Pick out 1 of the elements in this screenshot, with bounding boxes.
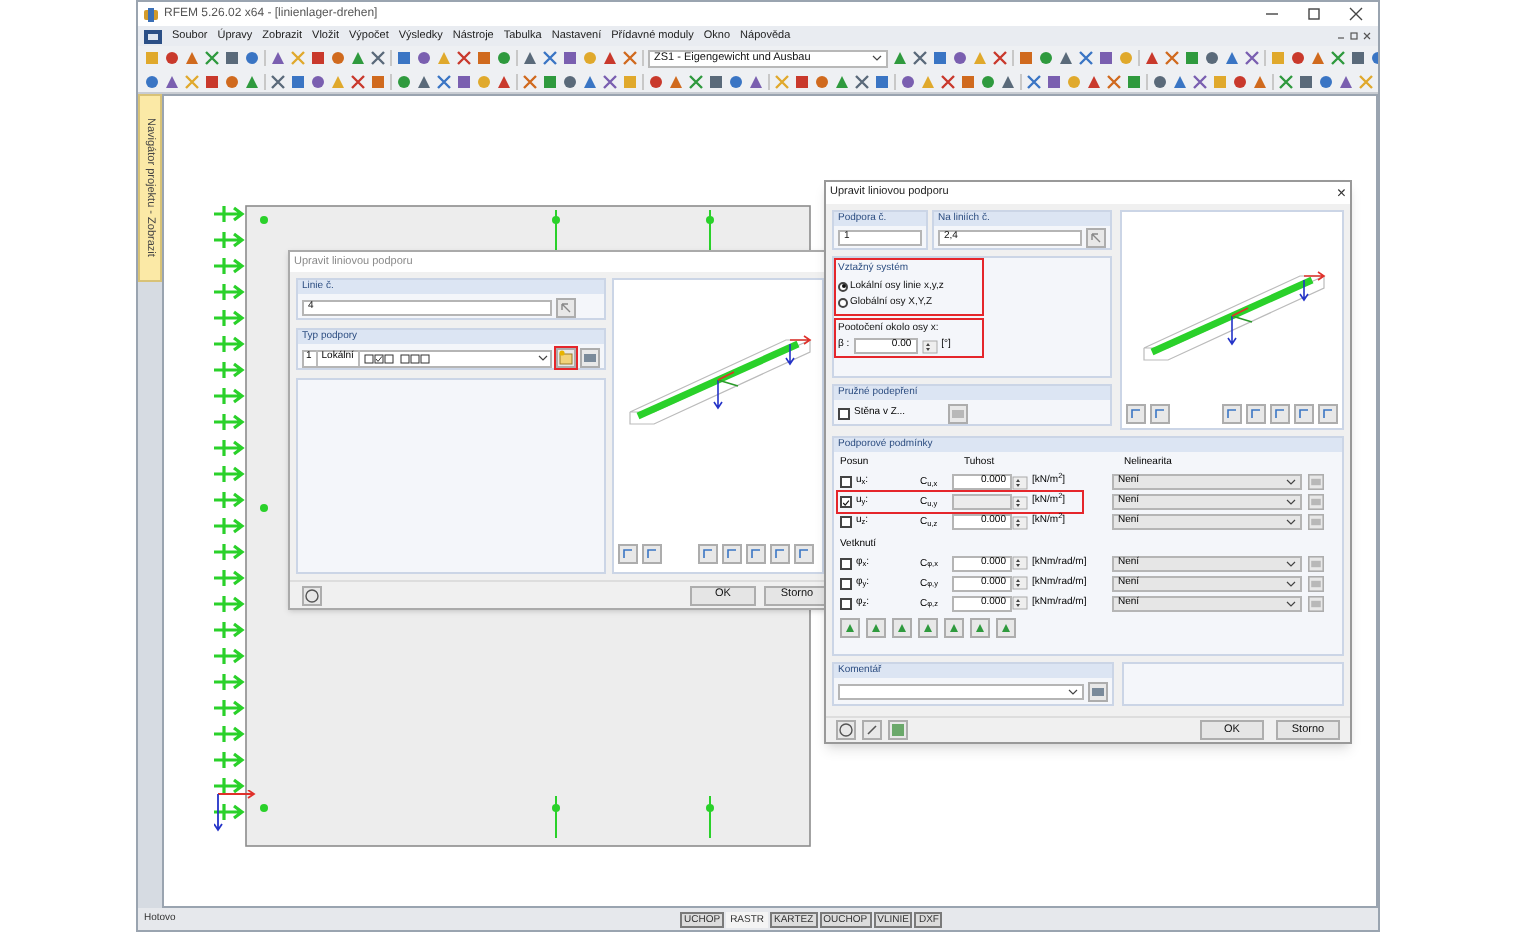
close-button[interactable]: × (1336, 185, 1346, 201)
